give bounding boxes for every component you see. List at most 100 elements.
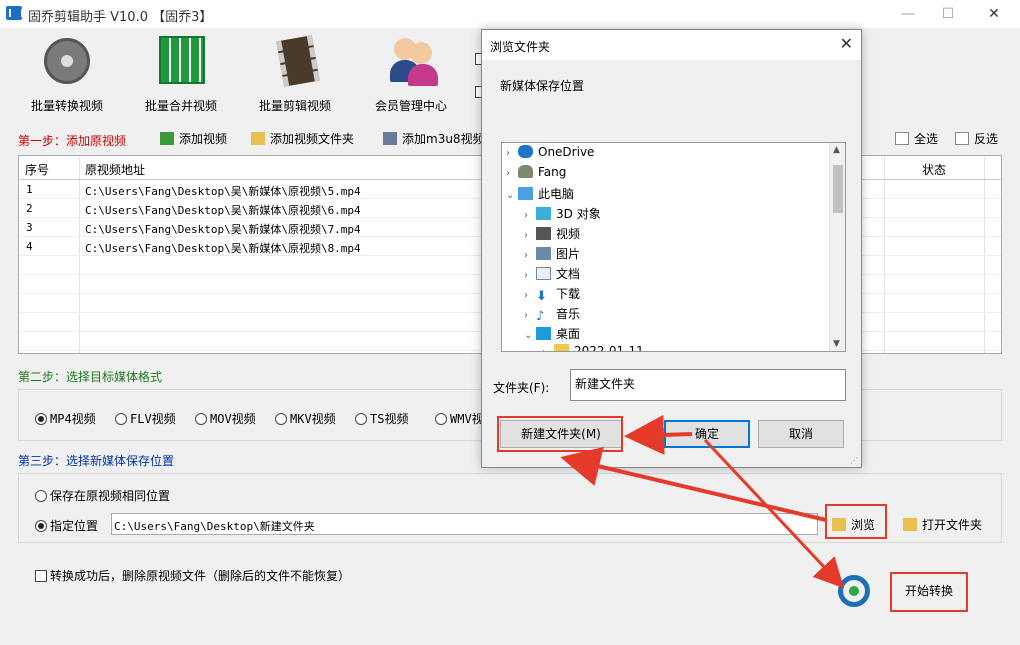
row-path: C:\Users\Fang\Desktop\吴\新媒体\原视频\7.mp4 [85, 223, 361, 236]
tree-label: 图片 [556, 247, 581, 261]
select-all-button[interactable]: 全选 [895, 130, 938, 148]
tree-item-date-folder[interactable]: ›2022-01-11 [542, 344, 644, 352]
folder-icon [903, 518, 917, 531]
tree-item-pictures[interactable]: › 图片 [524, 245, 580, 265]
download-arrow-icon: ⬇ [536, 289, 547, 304]
format-radio-mkv[interactable]: MKV视频 [275, 410, 336, 427]
radio-icon [35, 490, 47, 502]
delete-option-label: 转换成功后，删除原视频文件（删除后的文件不能恢复） [50, 569, 351, 583]
cloud-icon [518, 145, 533, 158]
merge-grid-icon [154, 34, 208, 88]
delete-original-checkbox[interactable]: 转换成功后，删除原视频文件（删除后的文件不能恢复） [35, 567, 350, 584]
scroll-down-icon[interactable]: ▼ [833, 339, 840, 349]
tree-item-3d-objects[interactable]: › 3D 对象 [524, 205, 601, 225]
format-radio-mov[interactable]: MOV视频 [195, 410, 256, 427]
member-center-label: 会员管理中心 [374, 99, 447, 113]
step1-label: 第一步：添加原视频 [18, 134, 127, 148]
tree-item-desktop[interactable]: ⌄ 桌面 [524, 325, 580, 345]
folder-tree[interactable]: › OneDrive › Fang ⌄ 此电脑 › 3D 对象 › 视频 › 图片 › 文档 … [501, 142, 846, 352]
maximize-icon[interactable]: ☐ [934, 4, 962, 24]
refresh-icon [838, 575, 870, 607]
open-folder-label: 打开文件夹 [922, 518, 983, 532]
folder-icon [251, 132, 265, 145]
cube-icon [536, 207, 551, 220]
radio-icon [355, 413, 367, 425]
folder-name-input[interactable]: 新建文件夹 [570, 369, 846, 401]
desktop-icon [536, 327, 551, 340]
tree-label: OneDrive [538, 145, 595, 159]
dialog-description: 新媒体保存位置 [500, 79, 585, 93]
add-folder-button[interactable]: 添加视频文件夹 [251, 130, 354, 148]
format-radio-mp4[interactable]: MP4视频 [35, 410, 96, 427]
title-bar: 固乔剪辑助手 V10.0 【固乔3】 — ☐ ✕ [0, 0, 1020, 28]
batch-convert-button[interactable]: 批量转换视频 [12, 34, 122, 114]
radio-icon [195, 413, 207, 425]
picture-folder-icon [536, 247, 551, 260]
tree-label: Fang [538, 165, 567, 179]
custom-location-radio[interactable]: 指定位置 [35, 517, 98, 534]
add-m3u8-button[interactable]: 添加m3u8视频地 [383, 130, 497, 148]
tree-item-documents[interactable]: › 文档 [524, 265, 580, 285]
tree-item-music[interactable]: › ♪ 音乐 [524, 305, 580, 325]
invert-button[interactable]: 反选 [955, 130, 998, 148]
dialog-title-bar: 浏览文件夹 ✕ [482, 30, 861, 60]
tree-label: 音乐 [556, 307, 581, 321]
batch-merge-button[interactable]: 批量合并视频 [126, 34, 236, 114]
close-icon[interactable]: ✕ [980, 4, 1008, 24]
tree-label: 此电脑 [538, 187, 575, 201]
format-label: FLV视频 [130, 412, 176, 426]
minimize-icon[interactable]: — [894, 4, 922, 24]
annotation-box-start [890, 572, 968, 612]
tree-item-videos[interactable]: › 视频 [524, 225, 580, 245]
tree-item-onedrive[interactable]: › OneDrive [506, 145, 594, 165]
format-radio-flv[interactable]: FLV视频 [115, 410, 176, 427]
radio-icon [275, 413, 287, 425]
folder-field-label: 文件夹(F): [493, 381, 550, 395]
tree-label: 桌面 [556, 327, 581, 341]
window-title: 固乔剪辑助手 V10.0 【固乔3】 [28, 10, 213, 25]
m3u8-icon [383, 132, 397, 145]
scroll-up-icon[interactable]: ▲ [833, 145, 840, 155]
ok-button[interactable]: 确定 [664, 420, 750, 448]
row-path: C:\Users\Fang\Desktop\吴\新媒体\原视频\5.mp4 [85, 185, 361, 198]
tree-label: 2022-01-11 [574, 344, 644, 352]
tree-label: 视频 [556, 227, 581, 241]
select-all-icon [895, 132, 909, 145]
same-location-label: 保存在原视频相同位置 [50, 489, 171, 503]
custom-location-label: 指定位置 [50, 519, 99, 533]
add-video-button[interactable]: 添加视频 [160, 130, 227, 148]
document-icon [536, 267, 551, 280]
resize-grip-icon[interactable]: ⋰ [850, 456, 858, 465]
step3-label: 第三步：选择新媒体保存位置 [18, 454, 175, 468]
app-logo-icon [6, 6, 23, 20]
header-index: 序号 [25, 163, 50, 177]
dialog-close-icon[interactable]: ✕ [840, 34, 853, 53]
save-path-input[interactable]: C:\Users\Fang\Desktop\新建文件夹 [111, 513, 818, 535]
batch-merge-label: 批量合并视频 [144, 99, 217, 113]
batch-edit-label: 批量剪辑视频 [258, 99, 331, 113]
row-index: 4 [26, 240, 33, 253]
scroll-thumb[interactable] [833, 165, 843, 213]
invert-icon [955, 132, 969, 145]
add-video-label: 添加视频 [179, 132, 228, 146]
tree-item-fang[interactable]: › Fang [506, 165, 566, 185]
row-index: 1 [26, 183, 33, 196]
tree-label: 文档 [556, 267, 581, 281]
user-folder-icon [518, 165, 533, 178]
annotation-box-new-folder [497, 416, 623, 452]
row-path: C:\Users\Fang\Desktop\吴\新媒体\原视频\6.mp4 [85, 204, 361, 217]
cancel-button[interactable]: 取消 [758, 420, 844, 448]
tree-item-this-pc[interactable]: ⌄ 此电脑 [506, 185, 574, 205]
row-index: 3 [26, 221, 33, 234]
same-location-radio[interactable]: 保存在原视频相同位置 [35, 487, 170, 504]
open-folder-button[interactable]: 打开文件夹 [903, 516, 982, 533]
member-center-button[interactable]: 会员管理中心 [356, 34, 466, 114]
batch-edit-button[interactable]: 批量剪辑视频 [240, 34, 350, 114]
tree-item-downloads[interactable]: › ⬇ 下载 [524, 285, 580, 305]
invert-label: 反选 [974, 132, 999, 146]
format-radio-ts[interactable]: TS视频 [355, 410, 408, 427]
tree-scrollbar[interactable]: ▲ ▼ [829, 143, 845, 351]
film-reel-icon [40, 34, 94, 88]
format-radio-wmv[interactable]: WMV视 [435, 410, 484, 427]
header-status: 状态 [922, 163, 947, 177]
